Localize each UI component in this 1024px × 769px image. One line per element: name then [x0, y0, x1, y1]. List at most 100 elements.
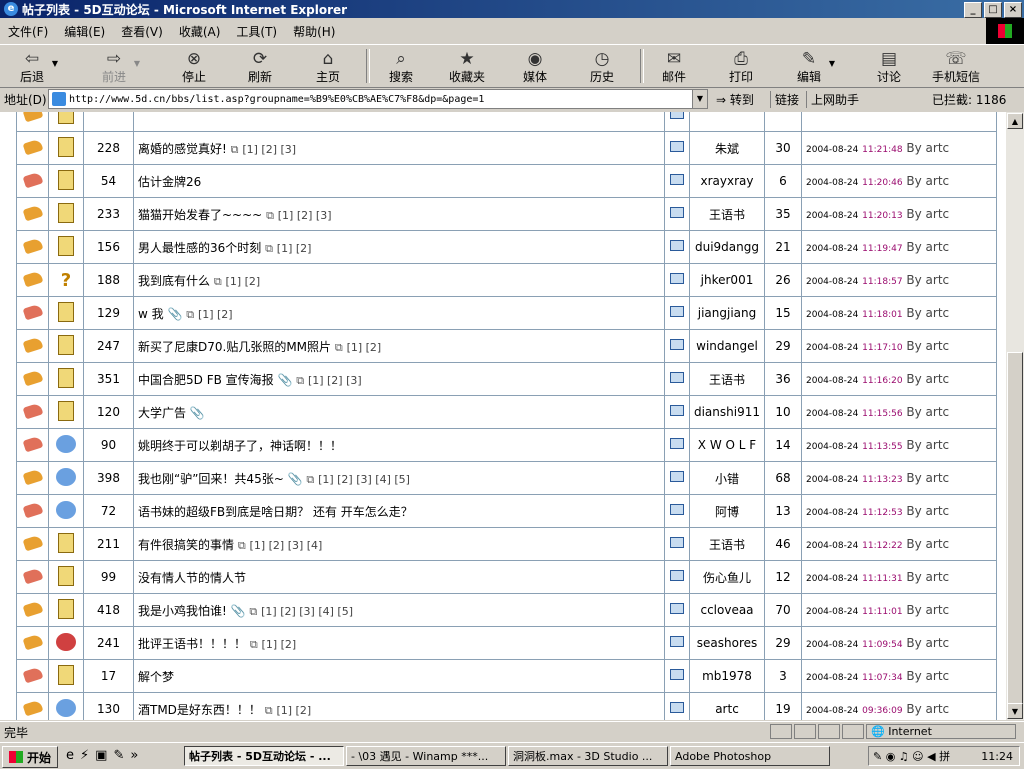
new-window-icon[interactable] — [670, 570, 684, 581]
minimize-button[interactable]: _ — [964, 2, 982, 18]
address-url[interactable]: http://www.5d.cn/bbs/list.asp?groupname=… — [69, 94, 484, 105]
scroll-down-button[interactable]: ▼ — [1007, 703, 1023, 719]
thread-author[interactable]: 伤心鱼儿 — [689, 560, 765, 594]
go-button[interactable]: ⇒ 转到 — [716, 91, 754, 108]
thread-author[interactable]: 王语书 — [689, 197, 765, 231]
vertical-scrollbar[interactable]: ▲ ▼ — [1006, 112, 1024, 720]
address-dropdown-icon[interactable]: ▼ — [692, 90, 707, 108]
search-button[interactable]: ⌕ 搜索 — [389, 45, 413, 88]
print-button[interactable]: ⎙ 打印 — [729, 45, 753, 88]
scroll-thumb[interactable] — [1007, 352, 1023, 712]
new-window-icon[interactable] — [670, 603, 684, 614]
start-button[interactable]: 开始 — [2, 746, 59, 768]
menu-file[interactable]: 文件(F) — [0, 23, 56, 40]
menu-view[interactable]: 查看(V) — [113, 23, 171, 40]
thread-author[interactable]: ccloveaa — [689, 593, 765, 627]
last-post-by[interactable]: By artc — [906, 537, 949, 551]
thread-title-link[interactable]: 语书妹的超级FB到底是啥日期？ 还有 开车怎么走？ — [138, 505, 413, 519]
menu-edit[interactable]: 编辑(E) — [56, 23, 113, 40]
last-post-by[interactable]: By artc — [906, 207, 949, 221]
refresh-button[interactable]: ⟳ 刷新 — [248, 45, 272, 88]
last-post-by[interactable]: By artc — [906, 438, 949, 452]
last-post-by[interactable]: By artc — [906, 702, 949, 716]
page-links[interactable]: [1] [2] — [226, 275, 261, 288]
page-links[interactable]: [1] [2] — [276, 704, 311, 717]
scroll-up-button[interactable]: ▲ — [1007, 113, 1023, 129]
last-post-by[interactable]: By artc — [906, 570, 949, 584]
popup-blocked-counter[interactable]: 已拦截: 1186 — [932, 91, 1006, 108]
thread-title-link[interactable]: w 我 — [138, 307, 164, 321]
new-window-icon[interactable] — [670, 372, 684, 383]
thread-author[interactable]: dui9dangg — [689, 230, 765, 264]
ie-quicklaunch-icon[interactable]: e — [66, 748, 74, 763]
thread-author[interactable]: 王语书 — [689, 527, 765, 561]
thread-title-link[interactable]: 姚明终于可以剃胡子了，神话啊！！！ — [138, 439, 342, 453]
page-links[interactable]: [1] [2] — [262, 638, 297, 651]
last-post-by[interactable]: By artc — [906, 141, 949, 155]
thread-author[interactable]: 王语书 — [689, 362, 765, 396]
tray-icons[interactable]: ✎ ◉ ♫ ☺ ◀ 拼 — [873, 748, 950, 764]
menu-help[interactable]: 帮助(H) — [285, 23, 343, 40]
last-post-by[interactable]: By artc — [906, 240, 949, 254]
new-window-icon[interactable] — [670, 438, 684, 449]
thread-author[interactable]: 阿博 — [689, 494, 765, 528]
new-window-icon[interactable] — [670, 669, 684, 680]
page-links[interactable]: [1] [2] — [347, 341, 382, 354]
last-post-by[interactable]: By artc — [906, 372, 949, 386]
page-links[interactable]: [1] [2] [3] — [278, 209, 332, 222]
thread-title-link[interactable]: 男人最性感的36个时刻 — [138, 241, 261, 255]
new-window-icon[interactable] — [670, 702, 684, 713]
thread-title-link[interactable]: 没有情人节的情人节 — [138, 571, 246, 585]
thread-title-link[interactable]: 中国合肥5D FB 宣传海报 — [138, 373, 274, 387]
thread-author[interactable]: jhker001 — [689, 263, 765, 297]
new-window-icon[interactable] — [670, 636, 684, 647]
thread-title-link[interactable]: 我是小鸡我怕谁! — [138, 604, 227, 618]
helper-button[interactable]: 上网助手 — [806, 91, 859, 108]
last-post-by[interactable]: By artc — [906, 471, 949, 485]
thread-author[interactable]: dianshi911 — [689, 395, 765, 429]
task-photoshop[interactable]: Adobe Photoshop — [670, 746, 830, 766]
thread-title-link[interactable]: 酒TMD是好东西！！！ — [138, 703, 261, 717]
new-window-icon[interactable] — [670, 174, 684, 185]
thread-author[interactable]: 小错 — [689, 461, 765, 495]
history-button[interactable]: ◷ 历史 — [590, 45, 614, 88]
winamp-quicklaunch-icon[interactable]: ⚡ — [80, 748, 89, 763]
page-links[interactable]: [1] [2] [3] — [308, 374, 362, 387]
thread-author[interactable]: seashores — [689, 626, 765, 660]
forward-button[interactable]: ⇨ 前进 ▼ — [102, 45, 140, 88]
thread-author[interactable]: X W O L F — [689, 428, 765, 462]
thread-author[interactable]: mb1978 — [689, 659, 765, 693]
thread-title-link[interactable]: 猫猫开始发春了~~~~ — [138, 208, 262, 222]
menu-favorites[interactable]: 收藏(A) — [171, 23, 229, 40]
thread-author[interactable]: windangel — [689, 329, 765, 363]
mail-button[interactable]: ✉ 邮件 — [662, 45, 686, 88]
thread-author[interactable]: jiangjiang — [689, 296, 765, 330]
new-window-icon[interactable] — [670, 240, 684, 251]
thread-title-link[interactable]: 估计金牌26 — [138, 175, 201, 189]
last-post-by[interactable]: By artc — [906, 603, 949, 617]
task-3dsmax[interactable]: 洞洞板.max - 3D Studio ... — [508, 746, 668, 766]
sms-button[interactable]: ☏ 手机短信 — [932, 45, 980, 88]
new-window-icon[interactable] — [670, 471, 684, 482]
desktop-quicklaunch-icon[interactable]: ▣ — [95, 748, 107, 763]
close-button[interactable]: × — [1004, 2, 1022, 18]
last-post-by[interactable]: By artc — [906, 405, 949, 419]
new-window-icon[interactable] — [670, 405, 684, 416]
new-window-icon[interactable] — [670, 141, 684, 152]
new-window-icon[interactable] — [670, 339, 684, 350]
thread-title-link[interactable]: 批评王语书！！！！ — [138, 637, 246, 651]
page-links[interactable]: [1] [2] — [277, 242, 312, 255]
page-links[interactable]: [1] [2] [3] [4] — [250, 539, 323, 552]
thread-title-link[interactable]: 离婚的感觉真好! — [138, 142, 227, 156]
last-post-by[interactable]: By artc — [906, 636, 949, 650]
thread-title-link[interactable]: 新买了尼康D70.贴几张照的MM照片 — [138, 340, 331, 354]
edit-button[interactable]: ✎ 编辑 ▼ — [797, 45, 835, 88]
thread-title-link[interactable]: 解个梦 — [138, 670, 174, 684]
task-ie[interactable]: 帖子列表 - 5D互动论坛 - ... — [184, 746, 344, 766]
favorites-button[interactable]: ★ 收藏夹 — [449, 45, 485, 88]
page-links[interactable]: [1] [2] [3] — [242, 143, 296, 156]
task-winamp[interactable]: - \03 遇见 - Winamp ***... — [346, 746, 506, 766]
stop-button[interactable]: ⊗ 停止 — [182, 45, 206, 88]
new-window-icon[interactable] — [670, 306, 684, 317]
page-links[interactable]: [1] [2] [3] [4] [5] — [261, 605, 353, 618]
